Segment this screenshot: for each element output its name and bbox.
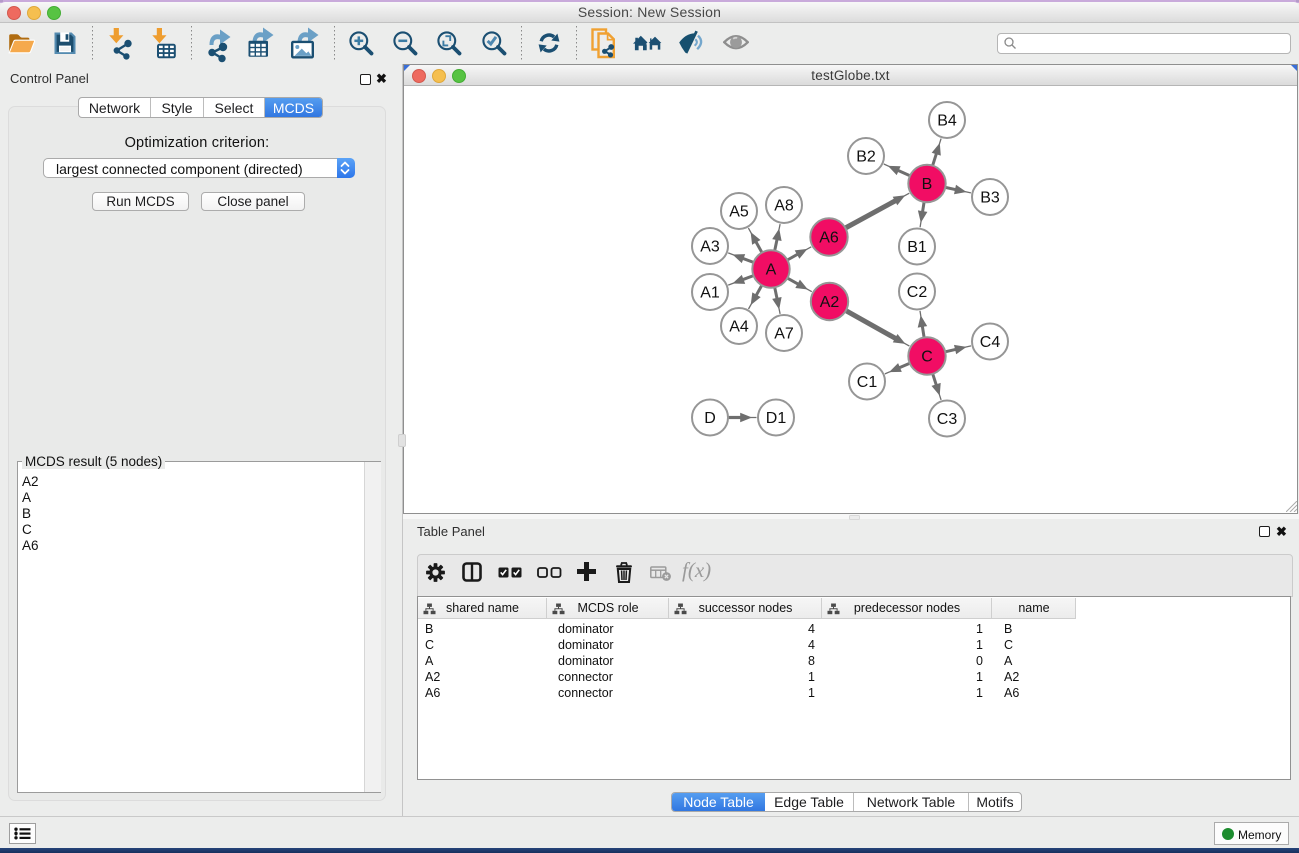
svg-text:B4: B4 (937, 113, 957, 130)
svg-text:B: B (922, 176, 933, 193)
svg-text:A2: A2 (820, 294, 840, 311)
svg-text:C3: C3 (937, 411, 958, 428)
svg-text:C: C (921, 349, 933, 366)
svg-text:A1: A1 (700, 285, 720, 302)
svg-text:C1: C1 (857, 374, 878, 391)
svg-text:A6: A6 (819, 230, 839, 247)
svg-text:A4: A4 (729, 319, 749, 336)
svg-text:D1: D1 (766, 410, 787, 427)
svg-text:A: A (766, 262, 777, 279)
svg-text:A5: A5 (729, 204, 749, 221)
svg-text:B1: B1 (907, 239, 927, 256)
svg-text:A8: A8 (774, 198, 794, 215)
svg-text:A7: A7 (774, 326, 794, 343)
svg-text:B2: B2 (856, 149, 876, 166)
svg-text:C4: C4 (980, 334, 1001, 351)
svg-text:B3: B3 (980, 190, 1000, 207)
svg-text:A3: A3 (700, 239, 720, 256)
svg-text:C2: C2 (907, 284, 928, 301)
svg-text:D: D (704, 410, 716, 427)
